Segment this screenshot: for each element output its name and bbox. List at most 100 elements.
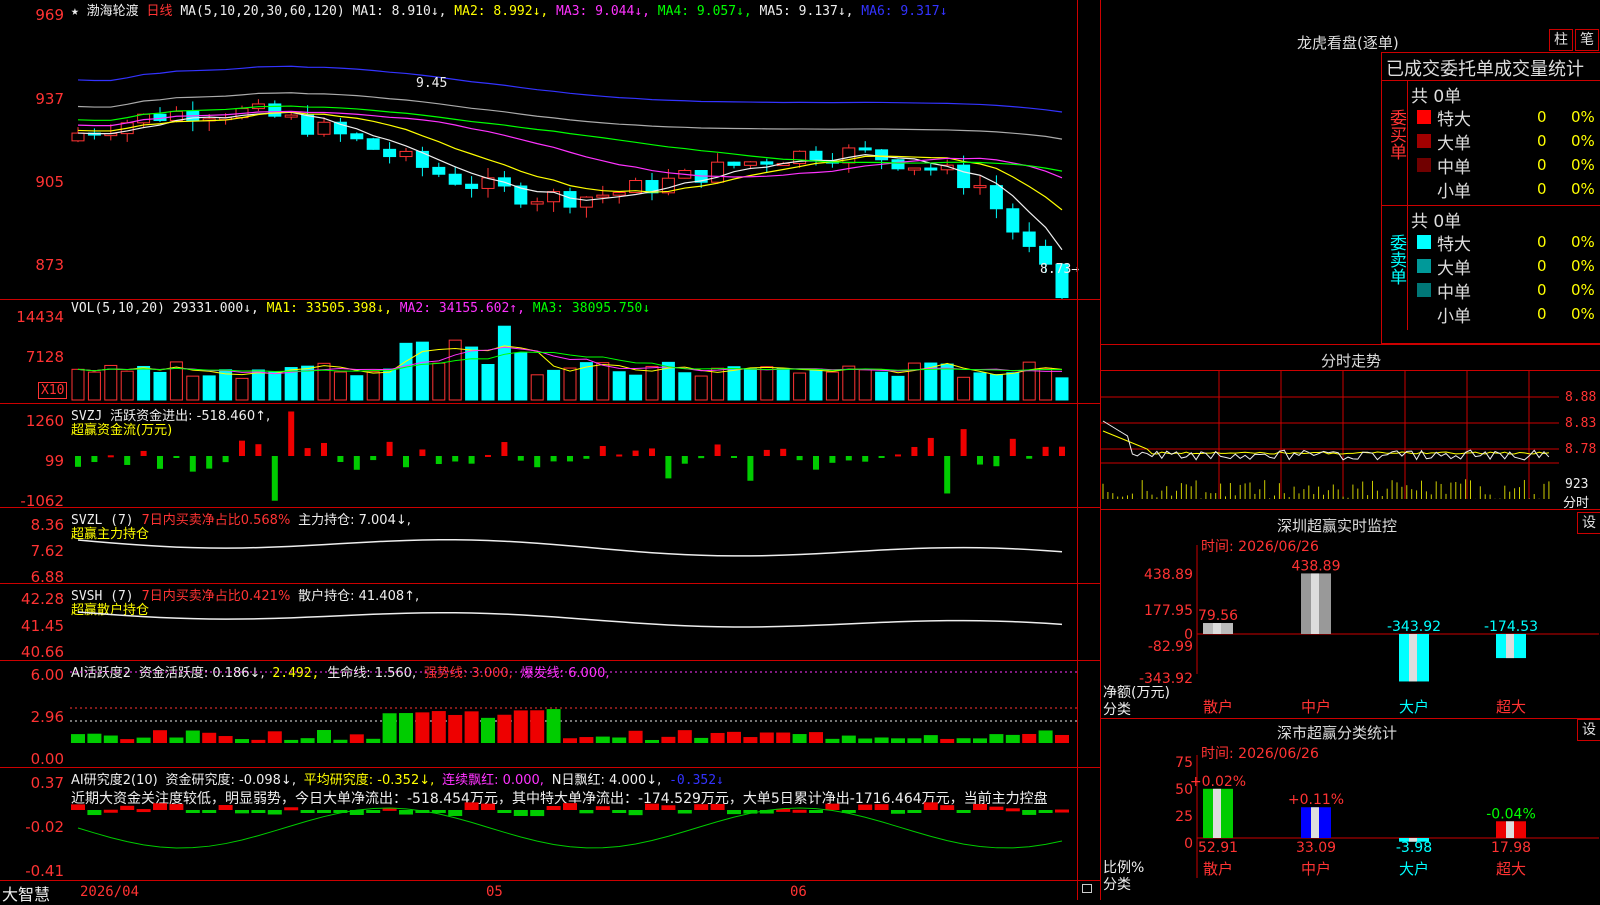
buy-swatch xyxy=(1417,134,1431,148)
activity-bar xyxy=(349,734,364,743)
volume-bar xyxy=(120,370,134,401)
research-bar xyxy=(103,809,118,813)
activity-bar xyxy=(694,737,709,743)
volume-bar xyxy=(875,371,889,401)
svzj-bars[interactable] xyxy=(0,404,1100,508)
intraday-title: 分时走势 xyxy=(1321,352,1382,370)
candle xyxy=(301,114,315,135)
classify-ytick: 25 xyxy=(1175,809,1193,825)
classify-value-label: 52.91 xyxy=(1198,840,1238,856)
bar-mode-button[interactable]: 柱 xyxy=(1549,29,1573,51)
sell-row: 大单 0 0% xyxy=(1409,254,1600,279)
research-bar xyxy=(874,804,889,810)
fund-flow-bar xyxy=(731,456,737,458)
activity-bar xyxy=(481,717,495,743)
volume-bar xyxy=(104,364,118,401)
classify-chart[interactable]: 7550250 52.91+0.02%散户33.09+0.11%中户-3.98大户… xyxy=(1101,750,1600,900)
candle xyxy=(612,192,626,196)
fund-flow-bar xyxy=(222,456,229,463)
monitor-chart[interactable]: 438.89177.950-82.99-343.9279.56散户438.89中… xyxy=(1101,540,1600,720)
candle xyxy=(579,196,593,208)
ma5-line xyxy=(77,111,1063,251)
price-candles[interactable] xyxy=(0,0,1100,300)
research-bar xyxy=(153,803,167,810)
volume-bar xyxy=(858,369,872,401)
classify-change-label: +0.11% xyxy=(1288,792,1344,808)
candle xyxy=(973,185,987,189)
research-bar xyxy=(628,810,643,816)
candle xyxy=(448,173,462,185)
buy-percent: 0% xyxy=(1571,132,1595,150)
volume-bar xyxy=(497,325,511,401)
sell-side-cell: 委卖单 xyxy=(1382,206,1408,330)
fund-flow-bar xyxy=(206,456,213,469)
activity-bar xyxy=(1005,734,1020,743)
sell-count: 0 xyxy=(1537,233,1547,251)
chart-area[interactable]: ★ 渤海轮渡 日线 MA(5,10,20,30,60,120) MA1: 8.9… xyxy=(0,0,1100,904)
activity-bar xyxy=(87,733,102,743)
ai-activity-bars[interactable] xyxy=(0,661,1100,768)
monitor-category-label: 中户 xyxy=(1301,698,1331,716)
fund-flow-bar xyxy=(386,441,393,456)
research-bar xyxy=(579,810,594,814)
fund-flow-bar xyxy=(550,456,557,462)
svzl-line[interactable] xyxy=(0,508,1100,584)
research-bar xyxy=(546,806,561,810)
volume-bar xyxy=(678,372,692,401)
classify-bar-shine xyxy=(1506,821,1514,838)
activity-bar xyxy=(153,730,167,743)
research-bar xyxy=(1038,810,1053,813)
monitor-bar-shine xyxy=(1409,634,1417,682)
activity-bar xyxy=(628,730,643,743)
volume-bar xyxy=(514,352,528,401)
volume-bars[interactable] xyxy=(0,300,1100,404)
pen-mode-button[interactable]: 笔 xyxy=(1575,29,1599,51)
intraday-ytick: 8.88 xyxy=(1565,390,1597,405)
intraday-chart[interactable] xyxy=(1101,371,1600,509)
main-force-line xyxy=(77,539,1063,557)
activity-bar xyxy=(858,738,873,743)
monitor-title: 深圳超赢实时监控 xyxy=(1277,517,1398,535)
volume-bar xyxy=(694,375,708,401)
buy-total: 共 0单 xyxy=(1411,87,1462,107)
activity-bar xyxy=(251,739,266,743)
fund-flow-bar xyxy=(517,456,524,461)
candle xyxy=(415,150,429,168)
fund-flow-bar xyxy=(189,456,196,472)
monitor-ytick: 438.89 xyxy=(1144,567,1193,583)
activity-bar xyxy=(399,713,413,743)
fund-flow-bar xyxy=(993,456,1000,467)
activity-bar xyxy=(71,734,85,743)
classify-bar-shine xyxy=(1311,807,1319,838)
volume-bar xyxy=(842,365,856,401)
volume-bar xyxy=(366,371,380,401)
sell-row: 中单 0 0% xyxy=(1409,278,1600,303)
dragon-tabs[interactable]: 已成交委托单成交量统计 xyxy=(1386,55,1600,81)
activity-bar xyxy=(218,736,233,743)
volume-bar xyxy=(268,371,282,401)
candle xyxy=(596,194,610,198)
activity-bar xyxy=(923,735,938,743)
x-date-label: 2026/04 xyxy=(80,884,140,900)
buy-count: 0 xyxy=(1537,132,1547,150)
classify-settings-button[interactable]: 设 xyxy=(1577,719,1600,741)
activity-bar xyxy=(727,731,741,743)
lock-icon[interactable] xyxy=(1082,884,1092,893)
activity-bar xyxy=(710,732,725,743)
fund-flow-bar xyxy=(829,456,836,463)
svsh-line[interactable] xyxy=(0,584,1100,661)
activity-bar xyxy=(333,739,348,743)
candle xyxy=(891,159,905,170)
activity-bar xyxy=(169,737,184,743)
monitor-bar-shine xyxy=(1506,634,1514,659)
fund-flow-bar xyxy=(927,437,934,456)
research-bar xyxy=(87,810,102,816)
research-bar xyxy=(399,810,413,815)
monitor-settings-button[interactable]: 设 xyxy=(1577,512,1600,534)
research-bars[interactable] xyxy=(0,768,1100,880)
buy-label: 大单 xyxy=(1437,134,1471,154)
candle xyxy=(875,149,889,161)
monitor-ytick: -82.99 xyxy=(1148,639,1193,655)
volume-bar xyxy=(333,371,347,401)
activity-bar xyxy=(759,732,774,743)
